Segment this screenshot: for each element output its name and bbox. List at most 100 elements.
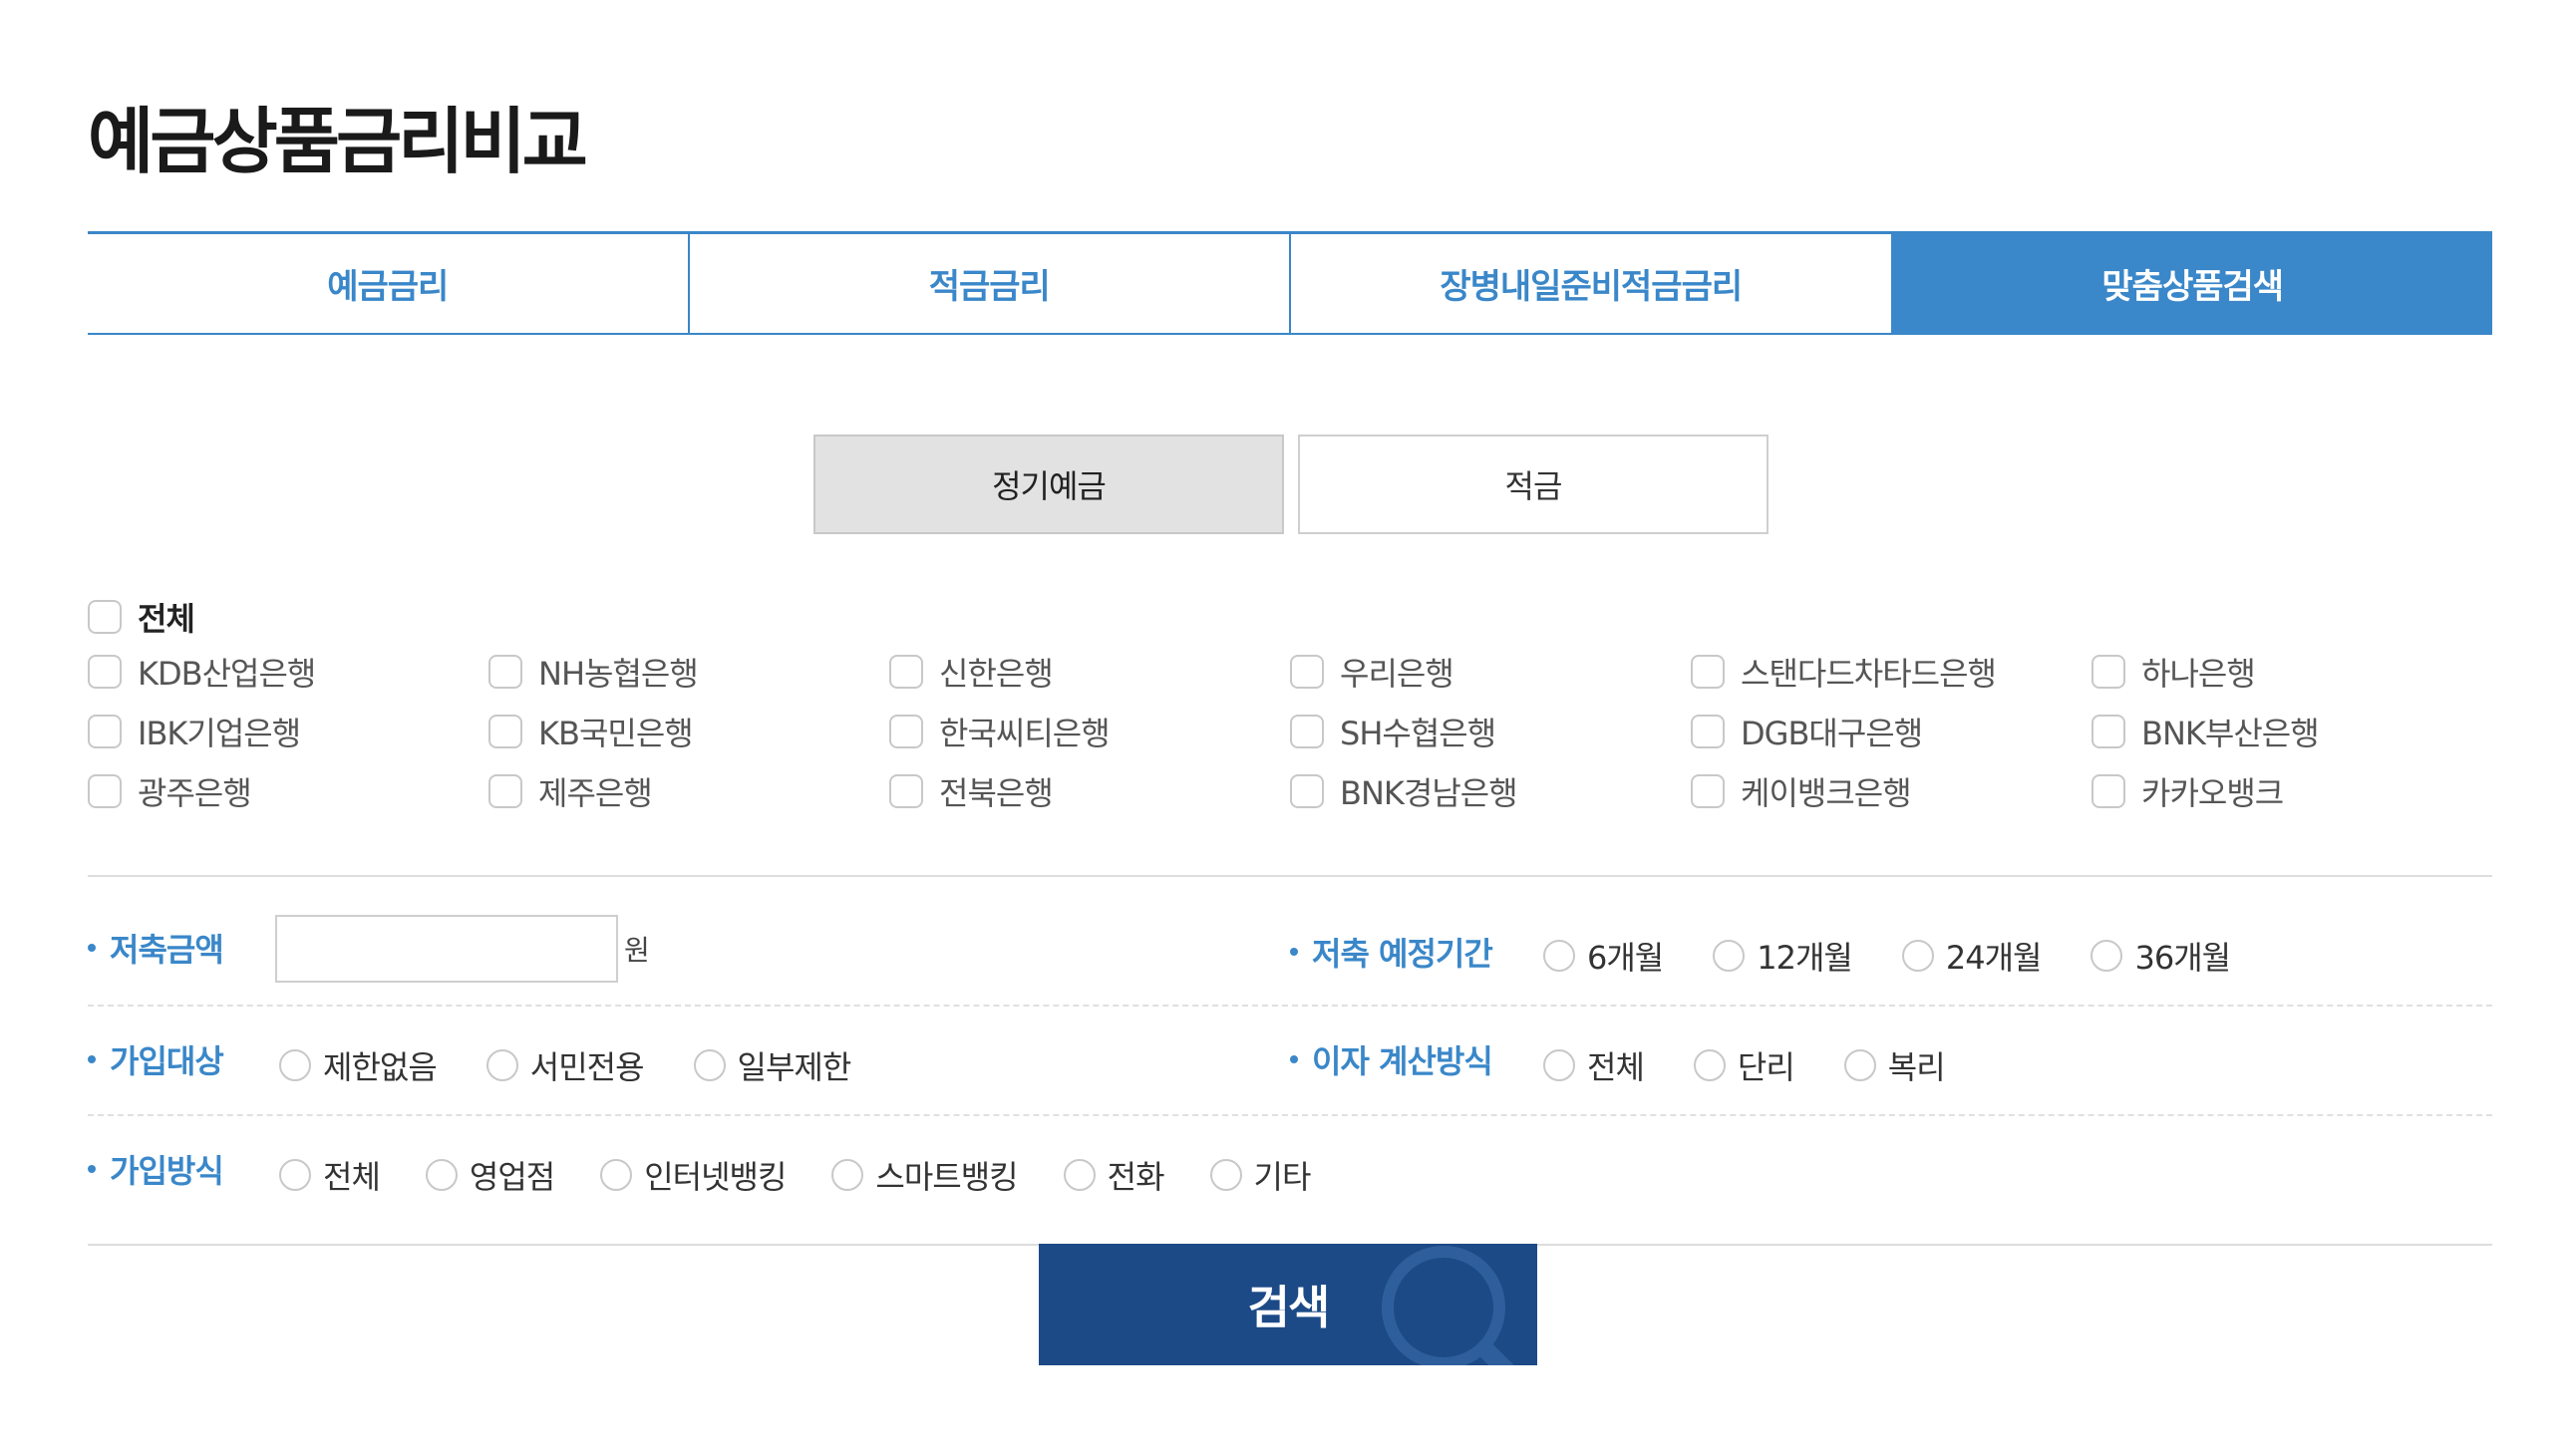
- bank-all-checkbox[interactable]: [88, 600, 122, 634]
- bank-option[interactable]: BNK부산은행: [2092, 712, 2492, 752]
- amount-unit: 원: [624, 934, 650, 967]
- join-method-label-text: 가입방식: [110, 1152, 224, 1190]
- bank-option[interactable]: BNK경남은행: [1290, 771, 1691, 812]
- interest-method-options: 전체 단리 복리: [1543, 1042, 1946, 1088]
- bank-option[interactable]: 케이뱅크은행: [1691, 771, 2092, 812]
- bank-option[interactable]: 제주은행: [488, 771, 889, 812]
- bank-option[interactable]: 광주은행: [88, 771, 488, 812]
- radio-button[interactable]: [831, 1159, 864, 1191]
- bank-all-option[interactable]: 전체: [88, 594, 195, 640]
- bank-checkbox[interactable]: [1290, 655, 1324, 689]
- method-label: 스마트뱅킹: [875, 1158, 1018, 1196]
- bank-checkbox[interactable]: [889, 655, 923, 689]
- subtab-time-deposit[interactable]: 정기예금: [813, 435, 1284, 534]
- bank-option[interactable]: KB국민은행: [488, 712, 889, 752]
- bank-option[interactable]: 전북은행: [889, 771, 1290, 812]
- method-option-all[interactable]: 전체: [279, 1152, 381, 1198]
- bullet-icon: [1290, 948, 1298, 956]
- radio-button[interactable]: [1843, 1049, 1876, 1081]
- savings-amount-input[interactable]: [275, 915, 618, 983]
- bank-label: BNK부산은행: [2141, 715, 2320, 752]
- bank-option[interactable]: KDB산업은행: [88, 652, 488, 693]
- bank-option[interactable]: 한국씨티은행: [889, 712, 1290, 752]
- bank-checkbox[interactable]: [1290, 774, 1324, 808]
- bank-checkbox[interactable]: [2092, 655, 2125, 689]
- interest-method-label-text: 이자 계산방식: [1312, 1042, 1493, 1080]
- search-button[interactable]: 검색: [1039, 1244, 1537, 1365]
- bank-option[interactable]: 스탠다드차타드은행: [1691, 652, 2092, 693]
- radio-button[interactable]: [279, 1159, 311, 1191]
- bank-label: DGB대구은행: [1741, 715, 1923, 752]
- method-option-smart-banking[interactable]: 스마트뱅킹: [831, 1152, 1019, 1198]
- bank-label: 케이뱅크은행: [1741, 774, 1912, 812]
- tab-custom-product-search[interactable]: 맞춤상품검색: [1892, 234, 2492, 333]
- radio-button[interactable]: [600, 1159, 633, 1191]
- magnifier-icon: [1382, 1246, 1514, 1365]
- radio-button[interactable]: [2091, 940, 2123, 972]
- bank-checkbox[interactable]: [488, 655, 522, 689]
- target-option-low-income[interactable]: 서민전용: [485, 1042, 645, 1088]
- bank-option[interactable]: SH수협은행: [1290, 712, 1691, 752]
- period-option-6m[interactable]: 6개월: [1543, 933, 1664, 979]
- radio-button[interactable]: [1209, 1159, 1242, 1191]
- bank-checkbox[interactable]: [1691, 715, 1725, 748]
- row-divider: [88, 1114, 2492, 1116]
- bank-checkbox[interactable]: [488, 715, 522, 748]
- radio-button[interactable]: [1543, 1049, 1575, 1081]
- tab-savings-rates[interactable]: 적금금리: [690, 234, 1291, 333]
- radio-button[interactable]: [425, 1159, 458, 1191]
- method-option-phone[interactable]: 전화: [1063, 1152, 1165, 1198]
- radio-button[interactable]: [1713, 940, 1746, 972]
- period-option-12m[interactable]: 12개월: [1713, 933, 1853, 979]
- radio-button[interactable]: [1901, 940, 1934, 972]
- radio-button[interactable]: [693, 1049, 726, 1081]
- bank-checkbox[interactable]: [88, 715, 122, 748]
- bank-checkbox[interactable]: [1691, 655, 1725, 689]
- bank-label: NH농협은행: [538, 655, 699, 693]
- bank-option[interactable]: IBK기업은행: [88, 712, 488, 752]
- period-label: 6개월: [1587, 939, 1664, 977]
- bullet-icon: [88, 1055, 96, 1063]
- tab-deposit-rates[interactable]: 예금금리: [88, 234, 690, 333]
- bank-checkbox[interactable]: [88, 655, 122, 689]
- bank-checkbox[interactable]: [88, 774, 122, 808]
- interest-option-simple[interactable]: 단리: [1693, 1042, 1795, 1088]
- radio-button[interactable]: [1063, 1159, 1096, 1191]
- target-label: 서민전용: [529, 1048, 645, 1086]
- target-option-partial[interactable]: 일부제한: [693, 1042, 852, 1088]
- bank-option[interactable]: 하나은행: [2092, 652, 2492, 693]
- radio-button[interactable]: [1693, 1049, 1726, 1081]
- radio-button[interactable]: [279, 1049, 311, 1081]
- interest-option-compound[interactable]: 복리: [1843, 1042, 1946, 1088]
- bank-option[interactable]: 우리은행: [1290, 652, 1691, 693]
- period-option-36m[interactable]: 36개월: [2091, 933, 2231, 979]
- method-label: 영업점: [469, 1158, 555, 1196]
- bank-checkbox[interactable]: [1290, 715, 1324, 748]
- method-option-branch[interactable]: 영업점: [425, 1152, 555, 1198]
- target-label: 일부제한: [737, 1048, 852, 1086]
- tab-soldier-savings-rates[interactable]: 장병내일준비적금금리: [1291, 234, 1893, 333]
- target-option-unlimited[interactable]: 제한없음: [279, 1042, 438, 1088]
- method-option-internet-banking[interactable]: 인터넷뱅킹: [600, 1152, 787, 1198]
- period-option-24m[interactable]: 24개월: [1901, 933, 2042, 979]
- bank-option[interactable]: DGB대구은행: [1691, 712, 2092, 752]
- method-label: 전화: [1107, 1158, 1165, 1196]
- bank-checkbox[interactable]: [2092, 715, 2125, 748]
- method-option-other[interactable]: 기타: [1209, 1152, 1311, 1198]
- method-label: 인터넷뱅킹: [644, 1158, 787, 1196]
- bank-checkbox[interactable]: [889, 715, 923, 748]
- bank-option[interactable]: 카카오뱅크: [2092, 771, 2492, 812]
- bank-option[interactable]: 신한은행: [889, 652, 1290, 693]
- radio-button[interactable]: [485, 1049, 518, 1081]
- subtab-installment-savings[interactable]: 적금: [1298, 435, 1769, 534]
- bank-checkbox[interactable]: [2092, 774, 2125, 808]
- join-method-label: 가입방식: [88, 1146, 224, 1192]
- bank-checkbox[interactable]: [488, 774, 522, 808]
- bank-checkbox[interactable]: [889, 774, 923, 808]
- interest-option-all[interactable]: 전체: [1543, 1042, 1645, 1088]
- bank-label: 한국씨티은행: [939, 715, 1111, 752]
- bank-checkbox[interactable]: [1691, 774, 1725, 808]
- bank-option[interactable]: NH농협은행: [488, 652, 889, 693]
- radio-button[interactable]: [1543, 940, 1575, 972]
- interest-method-label: 이자 계산방식: [1290, 1036, 1493, 1082]
